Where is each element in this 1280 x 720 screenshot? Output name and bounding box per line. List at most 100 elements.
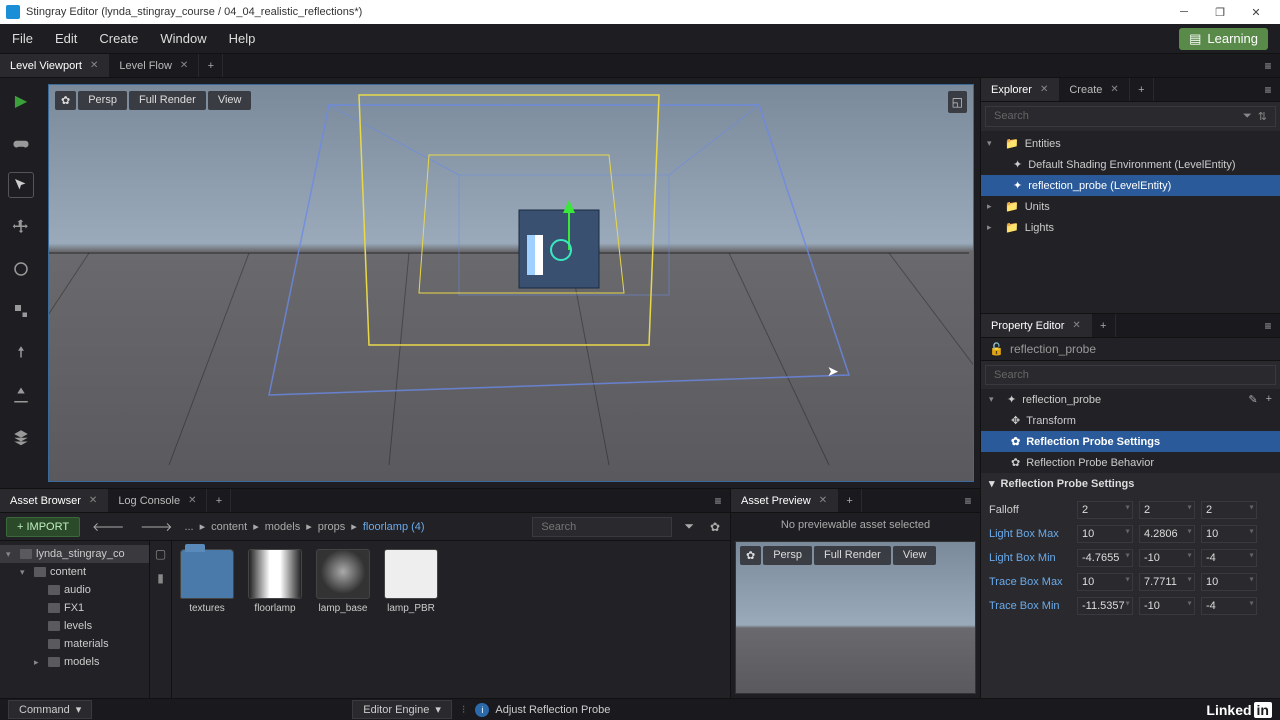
- tree-item[interactable]: audio: [0, 581, 149, 599]
- tab-create[interactable]: Create✕: [1059, 78, 1129, 101]
- menu-help[interactable]: Help: [229, 31, 256, 46]
- move-tool[interactable]: [8, 214, 34, 240]
- panel-menu-icon[interactable]: ≡: [1256, 78, 1280, 101]
- panel-menu-icon[interactable]: ≡: [1256, 314, 1280, 337]
- close-icon[interactable]: ✕: [89, 495, 97, 506]
- explorer-entity[interactable]: ✦Default Shading Environment (LevelEntit…: [981, 154, 1280, 175]
- value-input[interactable]: 10: [1201, 525, 1257, 543]
- tab-log-console[interactable]: Log Console✕: [108, 489, 207, 512]
- tree-item[interactable]: materials: [0, 635, 149, 653]
- panel-menu-icon[interactable]: ≡: [1256, 54, 1280, 77]
- folder-icon[interactable]: ▢: [155, 547, 166, 561]
- value-input[interactable]: 10: [1077, 525, 1133, 543]
- preview-viewport[interactable]: ✿ Persp Full Render View: [735, 541, 976, 694]
- close-icon[interactable]: ✕: [1040, 84, 1048, 95]
- explorer-entity-selected[interactable]: ✦reflection_probe (LevelEntity): [981, 175, 1280, 196]
- tab-explorer[interactable]: Explorer✕: [981, 78, 1059, 101]
- value-input[interactable]: -10: [1139, 549, 1195, 567]
- add-tab-button[interactable]: +: [207, 489, 231, 512]
- value-input[interactable]: 2: [1077, 501, 1133, 519]
- lock-icon[interactable]: 🔓: [989, 342, 1004, 356]
- tree-root[interactable]: ▾lynda_stingray_co: [0, 545, 149, 563]
- explorer-folder-entities[interactable]: ▾📁Entities: [981, 133, 1280, 154]
- level-viewport[interactable]: ✿ Persp Full Render View ◱: [48, 84, 974, 482]
- value-input[interactable]: 10: [1077, 573, 1133, 591]
- layers-icon[interactable]: [8, 424, 34, 450]
- preview-view-button[interactable]: View: [893, 546, 937, 565]
- preview-settings-icon[interactable]: ✿: [740, 546, 761, 565]
- menu-create[interactable]: Create: [99, 31, 138, 46]
- add-tab-button[interactable]: +: [838, 489, 862, 512]
- nav-back-icon[interactable]: 🡐: [88, 519, 128, 534]
- slider-icon[interactable]: ▮: [157, 571, 164, 585]
- snap-tool[interactable]: [8, 382, 34, 408]
- prop-behavior[interactable]: ✿Reflection Probe Behavior: [981, 452, 1280, 473]
- add-tab-button[interactable]: +: [199, 54, 223, 77]
- place-tool[interactable]: [8, 340, 34, 366]
- value-input[interactable]: -10: [1139, 597, 1195, 615]
- value-input[interactable]: 2: [1139, 501, 1195, 519]
- tab-asset-preview[interactable]: Asset Preview✕: [731, 489, 838, 512]
- close-icon[interactable]: ✕: [1072, 320, 1080, 331]
- command-dropdown[interactable]: Command▾: [8, 700, 92, 719]
- explorer-folder-lights[interactable]: ▸📁Lights: [981, 217, 1280, 238]
- tree-item[interactable]: levels: [0, 617, 149, 635]
- thumb-asset[interactable]: lamp_base: [316, 549, 370, 614]
- nav-forward-icon[interactable]: 🡒: [136, 519, 176, 534]
- asset-search-input[interactable]: [532, 517, 672, 537]
- sort-icon[interactable]: ⇅: [1258, 110, 1267, 123]
- close-icon[interactable]: ✕: [1110, 84, 1118, 95]
- tree-item[interactable]: FX1: [0, 599, 149, 617]
- menu-window[interactable]: Window: [160, 31, 206, 46]
- panel-menu-icon[interactable]: ≡: [706, 489, 730, 512]
- preview-render-button[interactable]: Full Render: [814, 546, 891, 565]
- tab-asset-browser[interactable]: Asset Browser✕: [0, 489, 108, 512]
- close-icon[interactable]: ✕: [90, 60, 98, 71]
- value-input[interactable]: -4: [1201, 597, 1257, 615]
- tab-level-viewport[interactable]: Level Viewport✕: [0, 54, 109, 77]
- close-icon[interactable]: ✕: [819, 495, 827, 506]
- tab-property-editor[interactable]: Property Editor✕: [981, 314, 1092, 337]
- select-tool[interactable]: [8, 172, 34, 198]
- add-tab-button[interactable]: +: [1092, 314, 1116, 337]
- scale-tool[interactable]: [8, 298, 34, 324]
- tree-item[interactable]: ▾content: [0, 563, 149, 581]
- value-input[interactable]: 7.7711: [1139, 573, 1195, 591]
- preview-camera-button[interactable]: Persp: [763, 546, 812, 565]
- rotate-tool[interactable]: [8, 256, 34, 282]
- prop-root[interactable]: ▾✦reflection_probe✎+: [981, 389, 1280, 410]
- prop-settings[interactable]: ✿Reflection Probe Settings: [981, 431, 1280, 452]
- prop-transform[interactable]: ✥Transform: [981, 410, 1280, 431]
- close-icon[interactable]: ✕: [180, 60, 188, 71]
- value-input[interactable]: 4.2806: [1139, 525, 1195, 543]
- thumb-asset[interactable]: floorlamp: [248, 549, 302, 614]
- add-tab-button[interactable]: +: [1130, 78, 1154, 101]
- tree-item[interactable]: ▸models: [0, 653, 149, 671]
- value-input[interactable]: 10: [1201, 573, 1257, 591]
- close-icon[interactable]: ✕: [188, 495, 196, 506]
- filter-icon[interactable]: ⏷: [1243, 110, 1252, 123]
- menu-edit[interactable]: Edit: [55, 31, 77, 46]
- maximize-button[interactable]: ❐: [1202, 0, 1238, 24]
- add-icon[interactable]: +: [1266, 393, 1272, 406]
- value-input[interactable]: -4: [1201, 549, 1257, 567]
- learning-button[interactable]: ▤ Learning: [1179, 28, 1268, 50]
- filter-icon[interactable]: ⏷: [680, 519, 698, 534]
- edit-icon[interactable]: ✎: [1248, 393, 1257, 406]
- explorer-search-input[interactable]: Search ⏷ ⇅: [985, 106, 1276, 127]
- minimize-button[interactable]: ─: [1166, 0, 1202, 24]
- value-input[interactable]: -11.5357: [1077, 597, 1133, 615]
- tab-level-flow[interactable]: Level Flow✕: [109, 54, 199, 77]
- thumb-asset[interactable]: lamp_PBR: [384, 549, 438, 614]
- property-search-input[interactable]: Search: [985, 365, 1276, 385]
- value-input[interactable]: -4.7655: [1077, 549, 1133, 567]
- play-button[interactable]: ▶: [8, 88, 34, 114]
- gear-icon[interactable]: ✿: [706, 520, 724, 534]
- section-header[interactable]: ▾Reflection Probe Settings: [981, 473, 1280, 494]
- gamepad-icon[interactable]: [8, 130, 34, 156]
- thumb-folder[interactable]: textures: [180, 549, 234, 614]
- close-button[interactable]: ✕: [1238, 0, 1274, 24]
- menu-file[interactable]: File: [12, 31, 33, 46]
- panel-menu-icon[interactable]: ≡: [956, 489, 980, 512]
- engine-dropdown[interactable]: Editor Engine▾: [352, 700, 452, 719]
